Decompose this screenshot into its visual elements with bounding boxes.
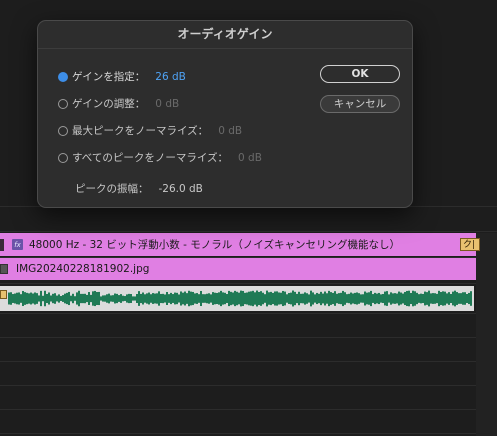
option-normalize-all-peaks[interactable]: すべてのピークをノーマライズ： 0 dB <box>58 150 262 165</box>
fx-indicator-icon <box>0 290 7 299</box>
option-adjust-gain[interactable]: ゲインの調整： 0 dB <box>58 96 179 111</box>
track-divider <box>0 231 497 232</box>
option-label: 最大ピークをノーマライズ： <box>72 125 209 137</box>
peak-amplitude-row: ピークの振幅： -26.0 dB <box>75 181 203 196</box>
radio-icon[interactable] <box>58 152 68 163</box>
option-label: ゲインの調整： <box>72 98 146 110</box>
option-set-gain[interactable]: ゲインを指定： 26 dB <box>58 69 186 84</box>
audio-clip[interactable]: fx 48000 Hz - 32 ビット浮動小数 - モノラル（ノイズキャンセリ… <box>0 233 476 256</box>
track-divider <box>0 313 497 314</box>
cancel-button[interactable]: キャンセル <box>320 95 400 113</box>
adjust-gain-value[interactable]: 0 dB <box>155 98 179 110</box>
radio-selected-icon[interactable] <box>58 71 68 82</box>
audio-gain-dialog: オーディオゲイン ゲインを指定： 26 dB ゲインの調整： 0 dB 最大ピー… <box>37 20 413 208</box>
option-normalize-max-peak[interactable]: 最大ピークをノーマライズ： 0 dB <box>58 123 242 138</box>
clip-tag[interactable]: ク| <box>460 238 480 251</box>
peak-amplitude-label: ピークの振幅： <box>75 183 149 195</box>
track-divider <box>0 283 497 284</box>
clip-edge-icon <box>0 238 4 251</box>
track-divider <box>0 361 497 362</box>
option-label: ゲインを指定： <box>72 71 146 83</box>
track-divider <box>0 337 497 338</box>
radio-icon[interactable] <box>58 125 68 136</box>
track-divider <box>0 409 497 410</box>
normalize-max-peak-value[interactable]: 0 dB <box>218 125 242 137</box>
image-clip-label: IMG20240228181902.jpg <box>16 263 150 275</box>
track-divider <box>0 385 497 386</box>
audio-waveform <box>8 290 472 307</box>
ok-button[interactable]: OK <box>320 65 400 83</box>
set-gain-value[interactable]: 26 dB <box>155 71 186 83</box>
image-clip[interactable]: IMG20240228181902.jpg <box>0 258 476 280</box>
option-label: すべてのピークをノーマライズ： <box>72 152 229 164</box>
dialog-title: オーディオゲイン <box>38 21 412 49</box>
waveform-clip[interactable] <box>0 286 474 311</box>
timeline-gutter <box>476 233 497 436</box>
radio-icon[interactable] <box>58 98 68 109</box>
audio-clip-label: 48000 Hz - 32 ビット浮動小数 - モノラル（ノイズキャンセリング機… <box>29 239 400 251</box>
normalize-all-peaks-value[interactable]: 0 dB <box>238 152 262 164</box>
track-divider <box>0 433 497 434</box>
fx-icon[interactable]: fx <box>12 239 23 250</box>
peak-amplitude-value: -26.0 dB <box>158 183 203 195</box>
image-clip-icon <box>0 264 8 274</box>
